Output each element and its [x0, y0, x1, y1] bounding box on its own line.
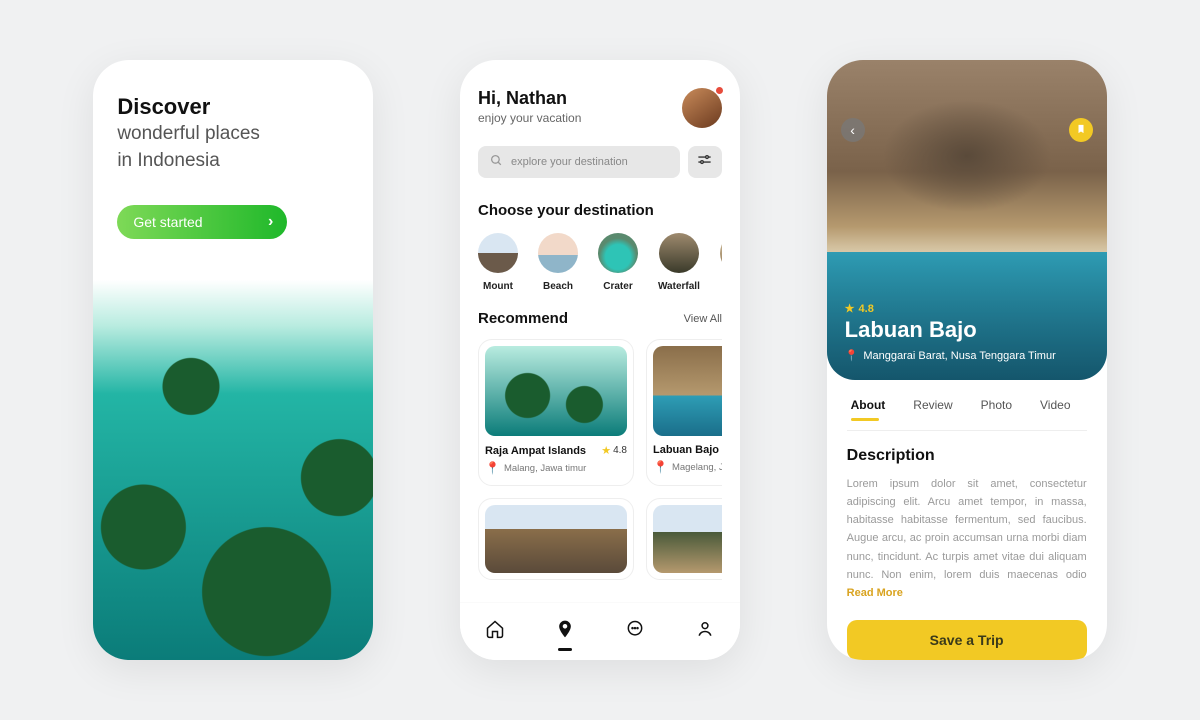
choose-destination-heading: Choose your destination — [478, 202, 722, 219]
card-location: Magelang, Jaw — [672, 462, 722, 473]
category-label: Beach — [543, 281, 573, 292]
bookmark-icon — [1076, 123, 1086, 138]
card-title: Labuan Bajo — [653, 444, 719, 456]
category-list: Mount Beach Crater Waterfall Riv — [478, 233, 722, 292]
get-started-label: Get started — [133, 214, 202, 230]
tab-review[interactable]: Review — [913, 398, 952, 420]
recommend-card[interactable] — [478, 498, 634, 580]
search-icon — [490, 154, 503, 170]
description-text: Lorem ipsum dolor sit amet, consectetur … — [847, 475, 1087, 602]
save-trip-label: Save a Trip — [930, 632, 1004, 648]
category-mount[interactable]: Mount — [478, 233, 518, 292]
star-icon: ★ — [845, 302, 855, 315]
sliders-icon — [697, 152, 712, 172]
recommend-card[interactable] — [646, 498, 722, 580]
card-location: Malang, Jawa timur — [504, 463, 586, 474]
card-image — [485, 505, 627, 573]
search-placeholder: explore your destination — [511, 156, 628, 168]
recommend-heading: Recommend — [478, 310, 568, 327]
avatar[interactable] — [682, 88, 722, 128]
location-pin-icon — [555, 619, 575, 644]
chevron-left-icon: ‹ — [850, 122, 855, 138]
card-image — [485, 346, 627, 436]
screen-onboarding: Discover wonderful places in Indonesia G… — [93, 60, 373, 660]
bottom-nav — [460, 602, 740, 660]
detail-title: Labuan Bajo — [845, 317, 1089, 343]
onboarding-sub1: wonderful places — [117, 122, 349, 147]
detail-hero-image: ‹ ★ 4.8 Labuan Bajo 📍 Manggarai Barat, Nus… — [827, 60, 1107, 380]
waterfall-icon — [659, 233, 699, 273]
chat-icon — [625, 619, 645, 644]
onboarding-title: Discover — [117, 94, 349, 120]
card-rating: 4.8 — [613, 445, 627, 456]
nav-chat[interactable] — [624, 621, 646, 643]
home-icon — [485, 619, 505, 644]
description-heading: Description — [847, 447, 1087, 465]
river-icon — [720, 233, 722, 273]
search-input[interactable]: explore your destination — [478, 146, 680, 178]
description-body: Lorem ipsum dolor sit amet, consectetur … — [847, 478, 1087, 581]
back-button[interactable]: ‹ — [841, 118, 865, 142]
onboarding-sub2: in Indonesia — [117, 149, 349, 174]
category-crater[interactable]: Crater — [598, 233, 638, 292]
tab-video[interactable]: Video — [1040, 398, 1070, 420]
chevron-right-icon: › — [268, 213, 273, 231]
view-all-link[interactable]: View All — [684, 313, 722, 325]
category-beach[interactable]: Beach — [538, 233, 578, 292]
screen-home: Hi, Nathan enjoy your vacation explore y… — [460, 60, 740, 660]
save-trip-button[interactable]: Save a Trip — [847, 620, 1087, 660]
tab-about[interactable]: About — [851, 398, 886, 420]
filter-button[interactable] — [688, 146, 722, 178]
crater-icon — [598, 233, 638, 273]
user-icon — [695, 619, 715, 644]
card-title: Raja Ampat Islands — [485, 445, 586, 457]
card-image — [653, 346, 722, 436]
mount-icon — [478, 233, 518, 273]
pin-icon: 📍 — [845, 349, 859, 362]
screen-detail: ‹ ★ 4.8 Labuan Bajo 📍 Manggarai Barat, Nus… — [827, 60, 1107, 660]
nav-profile[interactable] — [694, 621, 716, 643]
recommend-card-labuan-bajo[interactable]: Labuan Bajo 📍 Magelang, Jaw — [646, 339, 722, 486]
category-river[interactable]: Riv — [720, 233, 722, 292]
nav-home[interactable] — [484, 621, 506, 643]
category-waterfall[interactable]: Waterfall — [658, 233, 700, 292]
bookmark-button[interactable] — [1069, 118, 1093, 142]
category-label: Waterfall — [658, 281, 700, 292]
beach-icon — [538, 233, 578, 273]
tab-photo[interactable]: Photo — [981, 398, 1012, 420]
category-label: Mount — [483, 281, 513, 292]
star-icon: ★ — [601, 444, 611, 457]
get-started-button[interactable]: Get started › — [117, 205, 287, 239]
detail-location: Manggarai Barat, Nusa Tenggara Timur — [863, 350, 1055, 362]
recommend-card-raja-ampat[interactable]: Raja Ampat Islands ★4.8 📍 Malang, Jawa ti… — [478, 339, 634, 486]
pin-icon: 📍 — [485, 461, 500, 475]
detail-tabs: About Review Photo Video — [847, 380, 1087, 431]
nav-explore[interactable] — [554, 621, 576, 643]
read-more-link[interactable]: Read More — [847, 587, 903, 599]
greeting-sub: enjoy your vacation — [478, 111, 581, 125]
onboarding-hero-image — [93, 280, 373, 660]
pin-icon: 📍 — [653, 460, 668, 474]
greeting: Hi, Nathan — [478, 88, 581, 109]
card-image — [653, 505, 722, 573]
detail-rating: 4.8 — [859, 303, 874, 315]
category-label: Crater — [603, 281, 632, 292]
